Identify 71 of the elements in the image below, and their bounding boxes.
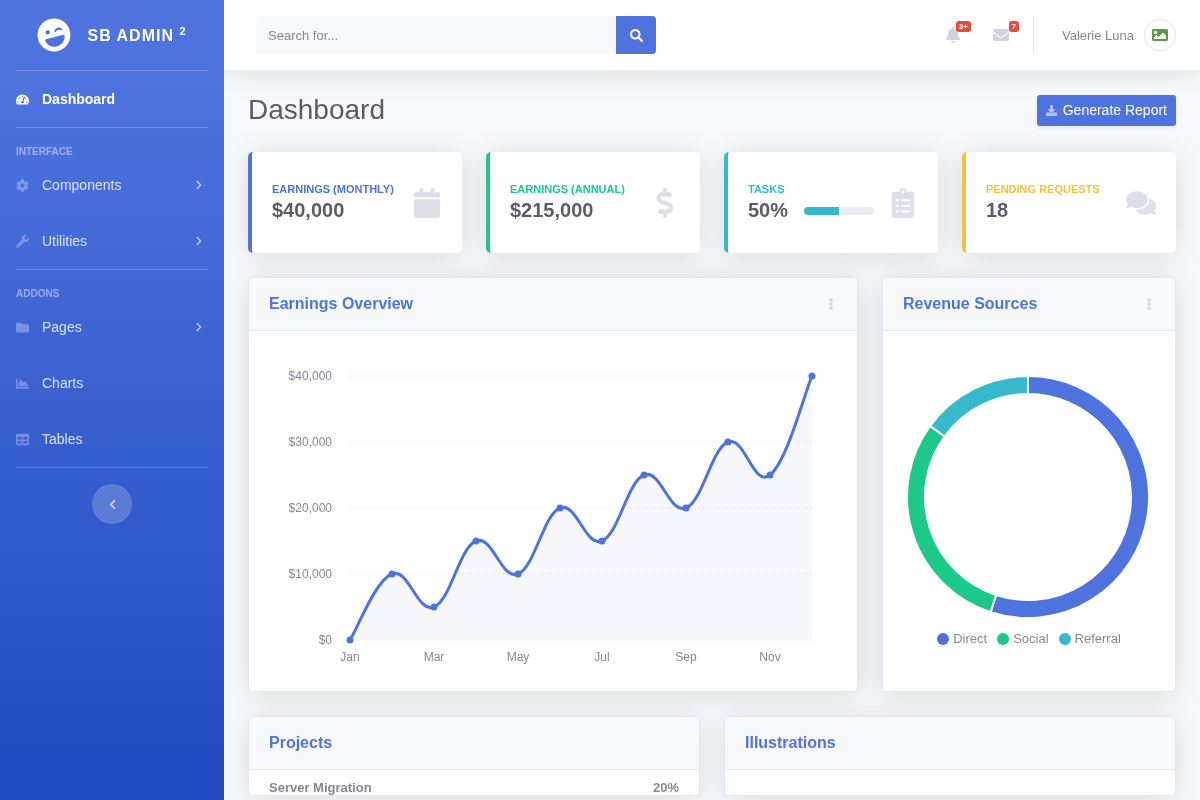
count-badge: 3+ (955, 21, 971, 32)
sidebar-item[interactable]: Charts (16, 355, 208, 411)
stat-value: $215,000 (510, 199, 595, 222)
data-point (766, 471, 774, 479)
messages-button[interactable] (992, 27, 1009, 43)
sidebar-toggle[interactable] (92, 484, 132, 524)
image-icon (1152, 27, 1168, 43)
brand-name: SB ADMIN $^{2}$ (87, 24, 187, 46)
nav-icon (16, 320, 29, 334)
nav-icon (16, 376, 29, 390)
user-name[interactable]: Valerie Luna (1061, 27, 1134, 43)
generate-report-button[interactable]: Generate Report (1036, 94, 1176, 126)
data-point (682, 504, 690, 512)
legend-label: Referral (1074, 631, 1121, 646)
sidebar-item[interactable]: Tables (16, 411, 208, 467)
project-name: Server Migration (269, 780, 372, 795)
stat-value: 50% (748, 199, 789, 222)
axis-label: Jul (594, 650, 610, 664)
data-point (724, 438, 732, 446)
stat-label: EARNINGS (ANNUAL) (510, 183, 626, 195)
stat-label: TASKS (748, 183, 786, 195)
card-title: Revenue Sources (903, 295, 1038, 313)
stat-label: PENDING REQUESTS (986, 183, 1101, 195)
sidebar-item[interactable]: Components (16, 157, 208, 213)
card-title: Illustrations (745, 734, 836, 752)
axis-label: Sep (675, 650, 697, 664)
data-point (388, 570, 396, 578)
data-point (346, 636, 354, 644)
nav-icon (16, 234, 29, 248)
data-point (598, 537, 606, 545)
axis-label: May (506, 650, 530, 664)
sidebar-item[interactable]: Pages (16, 299, 208, 355)
envelope-icon (992, 27, 1009, 43)
count-badge: 7 (1008, 21, 1019, 32)
search-icon (629, 28, 643, 42)
sidebar-item[interactable]: Utilities (16, 213, 208, 269)
project-percent: 20% (652, 780, 679, 795)
stat-value: 18 (986, 199, 1010, 222)
bell-icon (944, 27, 961, 43)
axis-label: Mar (423, 650, 445, 664)
axis-label: $0 (318, 633, 332, 647)
axis-label: $20,000 (288, 501, 332, 515)
nav-icon (16, 92, 29, 106)
data-point (430, 603, 438, 611)
legend-label: Social (1013, 631, 1049, 646)
data-point (808, 372, 816, 380)
calendar-icon (412, 187, 442, 218)
axis-label: $40,000 (288, 369, 332, 383)
stat-value: $40,000 (272, 199, 346, 222)
data-point (556, 504, 564, 512)
stat-label: EARNINGS (MONTHLY) (272, 183, 395, 195)
card-title: Projects (269, 734, 333, 752)
axis-label: $30,000 (288, 435, 332, 449)
axis-label: Nov (759, 650, 781, 664)
axis-label: $10,000 (288, 567, 332, 581)
data-point (472, 537, 480, 545)
nav-icon (16, 432, 29, 446)
search-field[interactable]: Search for... (256, 16, 616, 54)
data-point (640, 471, 648, 479)
download-icon (1045, 104, 1057, 116)
alerts-button[interactable] (944, 27, 961, 43)
sidebar-item[interactable]: Dashboard (16, 71, 208, 127)
axis-label: Jan (340, 650, 360, 664)
nav-icon (16, 178, 29, 192)
page-title: Dashboard (248, 94, 385, 126)
data-point (514, 570, 522, 578)
legend-label: Direct (953, 631, 988, 646)
sidebar-heading: ADDONS (16, 287, 61, 299)
card-title: Earnings Overview (269, 295, 414, 313)
sidebar-heading: INTERFACE (16, 145, 74, 157)
search-button[interactable] (616, 16, 656, 54)
